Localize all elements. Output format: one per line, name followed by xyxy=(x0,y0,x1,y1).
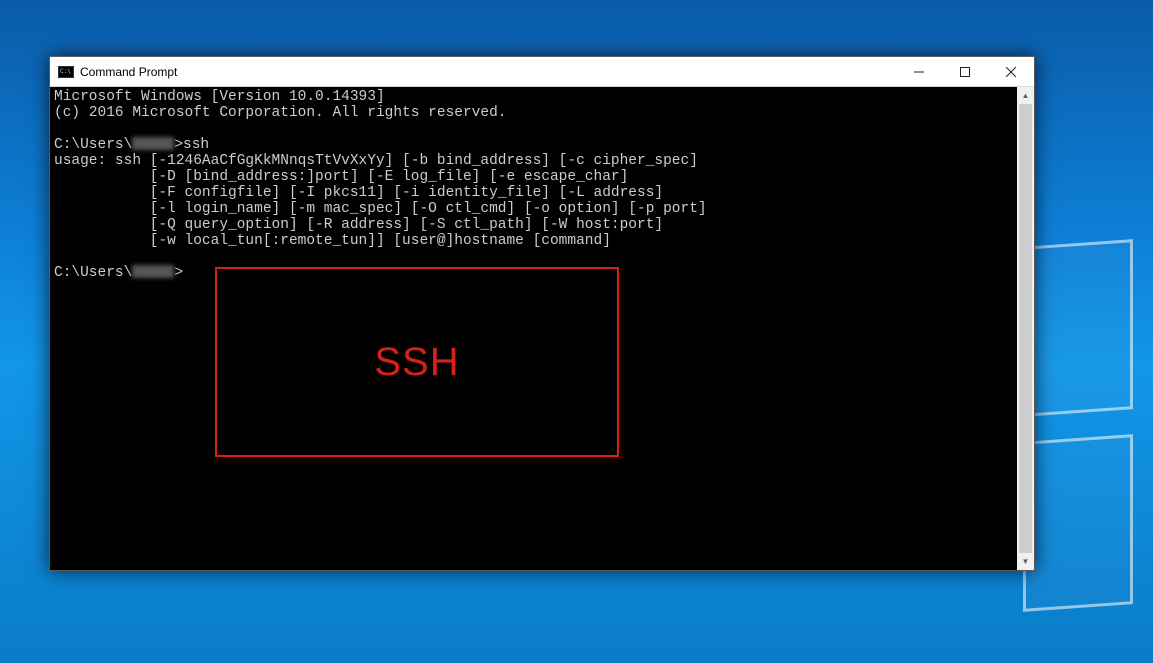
console-line: usage: ssh [-1246AaCfGgKkMNnqsTtVvXxYy] … xyxy=(54,153,698,169)
window-title: Command Prompt xyxy=(80,65,896,79)
console-line: [-l login_name] [-m mac_spec] [-O ctl_cm… xyxy=(54,201,707,217)
ssh-annotation-label: SSH xyxy=(374,354,459,370)
console-line: [-D [bind_address:]port] [-E log_file] [… xyxy=(54,169,628,185)
console-line: [-Q query_option] [-R address] [-S ctl_p… xyxy=(54,217,663,233)
scroll-track[interactable] xyxy=(1017,104,1034,553)
close-button[interactable] xyxy=(988,57,1034,86)
command-prompt-window: Command Prompt Microsoft Windows [Versio… xyxy=(49,56,1035,571)
console-area: Microsoft Windows [Version 10.0.14393] (… xyxy=(50,87,1034,570)
maximize-button[interactable] xyxy=(942,57,988,86)
ssh-annotation-box: SSH xyxy=(215,267,619,457)
username-redacted xyxy=(132,137,174,150)
window-titlebar[interactable]: Command Prompt xyxy=(50,57,1034,87)
minimize-button[interactable] xyxy=(896,57,942,86)
console-line: Microsoft Windows [Version 10.0.14393] xyxy=(54,89,385,105)
console-line: [-w local_tun[:remote_tun]] [user@]hostn… xyxy=(54,233,611,249)
username-redacted xyxy=(132,265,174,278)
vertical-scrollbar[interactable]: ▲ ▼ xyxy=(1017,87,1034,570)
scroll-up-arrow-icon[interactable]: ▲ xyxy=(1017,87,1034,104)
console-line: [-F configfile] [-I pkcs11] [-i identity… xyxy=(54,185,663,201)
prompt-path: C:\Users\ xyxy=(54,265,132,281)
scroll-down-arrow-icon[interactable]: ▼ xyxy=(1017,553,1034,570)
scroll-thumb[interactable] xyxy=(1019,104,1032,553)
prompt-cursor: > xyxy=(174,265,183,281)
prompt-path: C:\Users\ xyxy=(54,137,132,153)
prompt-command: >ssh xyxy=(174,137,209,153)
console-output[interactable]: Microsoft Windows [Version 10.0.14393] (… xyxy=(50,87,1017,570)
cmd-icon xyxy=(58,66,74,78)
window-controls xyxy=(896,57,1034,86)
console-line: (c) 2016 Microsoft Corporation. All righ… xyxy=(54,105,506,121)
